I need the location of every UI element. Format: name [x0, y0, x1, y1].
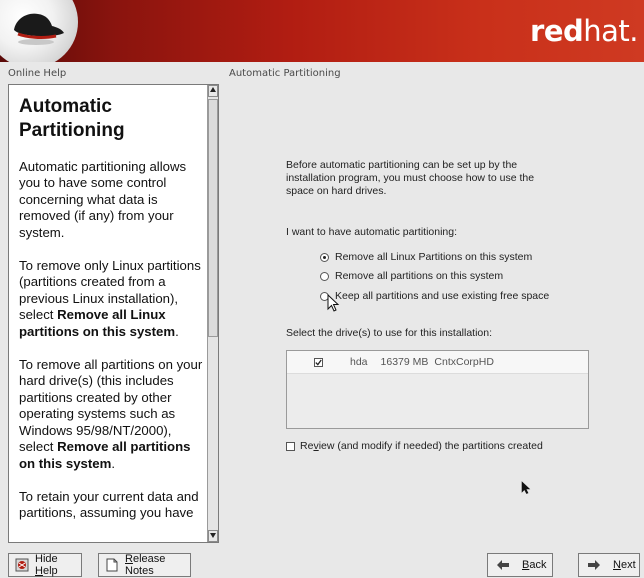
hide-help-button[interactable]: Hide Help — [8, 553, 82, 577]
bottom-button-bar: Hide Help Release Notes Back Next — [0, 548, 644, 578]
mouse-pointer-icon — [521, 481, 531, 494]
radio-button-selected[interactable] — [320, 252, 329, 262]
help-content: Automatic Partitioning Automatic partiti… — [9, 85, 207, 542]
scrollbar-thumb[interactable] — [208, 99, 218, 337]
drive-name: hda — [350, 356, 368, 368]
arrow-down-icon — [210, 533, 216, 538]
scroll-up-button[interactable] — [208, 85, 218, 97]
radio-remove-linux[interactable]: Remove all Linux Partitions on this syst… — [320, 249, 532, 265]
hide-help-post: elp — [42, 565, 58, 577]
radio-remove-all[interactable]: Remove all partitions on this system — [320, 268, 503, 284]
hide-help-pre: Hide — [35, 553, 58, 565]
drive-size: 16379 MB — [380, 356, 429, 368]
main-pane-label: Automatic Partitioning — [229, 68, 341, 79]
next-mnemonic: N — [613, 559, 621, 571]
hide-help-icon — [15, 558, 29, 572]
shadowman-logo-icon — [14, 13, 64, 45]
help-paragraph-3: To remove all partitions on your hard dr… — [19, 357, 207, 472]
help-pane-label: Online Help — [8, 68, 67, 79]
redhat-banner: redhat. — [0, 0, 644, 62]
forward-arrow-icon — [587, 558, 601, 572]
back-button[interactable]: Back — [487, 553, 553, 577]
hide-help-mnemonic: H — [35, 565, 43, 577]
review-checkbox[interactable] — [286, 441, 295, 451]
next-label: Next — [613, 559, 636, 571]
radio-button[interactable] — [320, 271, 329, 281]
automatic-partitioning-pane: Before automatic partitioning can be set… — [229, 84, 644, 543]
brand-wordmark: redhat. — [530, 14, 638, 48]
radio-label-keep-all: Keep all partitions and use existing fre… — [335, 290, 550, 302]
document-icon — [105, 558, 119, 572]
hide-help-label: Hide Help — [35, 553, 75, 577]
review-partitions-option[interactable]: Review (and modify if needed) the partit… — [286, 440, 543, 452]
partitioning-prompt: I want to have automatic partitioning: — [286, 226, 458, 238]
drive-model: CntxCorpHD — [434, 356, 494, 368]
review-label-post: iew (and modify if needed) the partition… — [318, 440, 543, 452]
help-p2-post: . — [175, 323, 179, 339]
help-scrollbar[interactable] — [207, 85, 218, 542]
back-label: Back — [522, 559, 546, 571]
radio-keep-all[interactable]: Keep all partitions and use existing fre… — [320, 288, 549, 304]
brand-bold: red — [530, 14, 584, 48]
online-help-pane[interactable]: Automatic Partitioning Automatic partiti… — [8, 84, 219, 543]
review-label: Review (and modify if needed) the partit… — [300, 440, 543, 452]
next-button[interactable]: Next — [578, 553, 640, 577]
release-notes-button[interactable]: Release Notes — [98, 553, 191, 577]
release-notes-label: Release Notes — [125, 553, 184, 577]
help-p3-post: . — [111, 455, 116, 471]
help-paragraph-2: To remove only Linux partitions (partiti… — [19, 258, 207, 340]
drive-checkbox[interactable] — [314, 357, 323, 367]
arrow-up-icon — [210, 87, 216, 92]
scroll-down-button[interactable] — [208, 530, 218, 542]
next-post: ext — [620, 559, 636, 571]
mouse-pointer-icon — [327, 294, 340, 312]
brand-rest: hat. — [583, 14, 638, 48]
back-arrow-icon — [496, 558, 510, 572]
help-paragraph-1: Automatic partitioning allows you to hav… — [19, 159, 187, 240]
release-notes-mnemonic: R — [125, 553, 133, 565]
drives-label: Select the drive(s) to use for this inst… — [286, 327, 493, 339]
review-label-pre: Re — [300, 440, 314, 452]
back-post: ack — [529, 559, 547, 571]
radio-label-remove-all: Remove all partitions on this system — [335, 270, 504, 282]
help-title: Automatic Partitioning — [19, 96, 125, 141]
drive-list[interactable]: hda 16379 MB CntxCorpHD — [286, 350, 589, 429]
drive-row-hda[interactable]: hda 16379 MB CntxCorpHD — [287, 351, 588, 374]
help-paragraph-4: To retain your current data and partitio… — [19, 488, 199, 521]
checkmark-icon — [315, 359, 322, 366]
radio-label-remove-linux: Remove all Linux Partitions on this syst… — [335, 251, 533, 263]
intro-text: Before automatic partitioning can be set… — [286, 159, 535, 197]
